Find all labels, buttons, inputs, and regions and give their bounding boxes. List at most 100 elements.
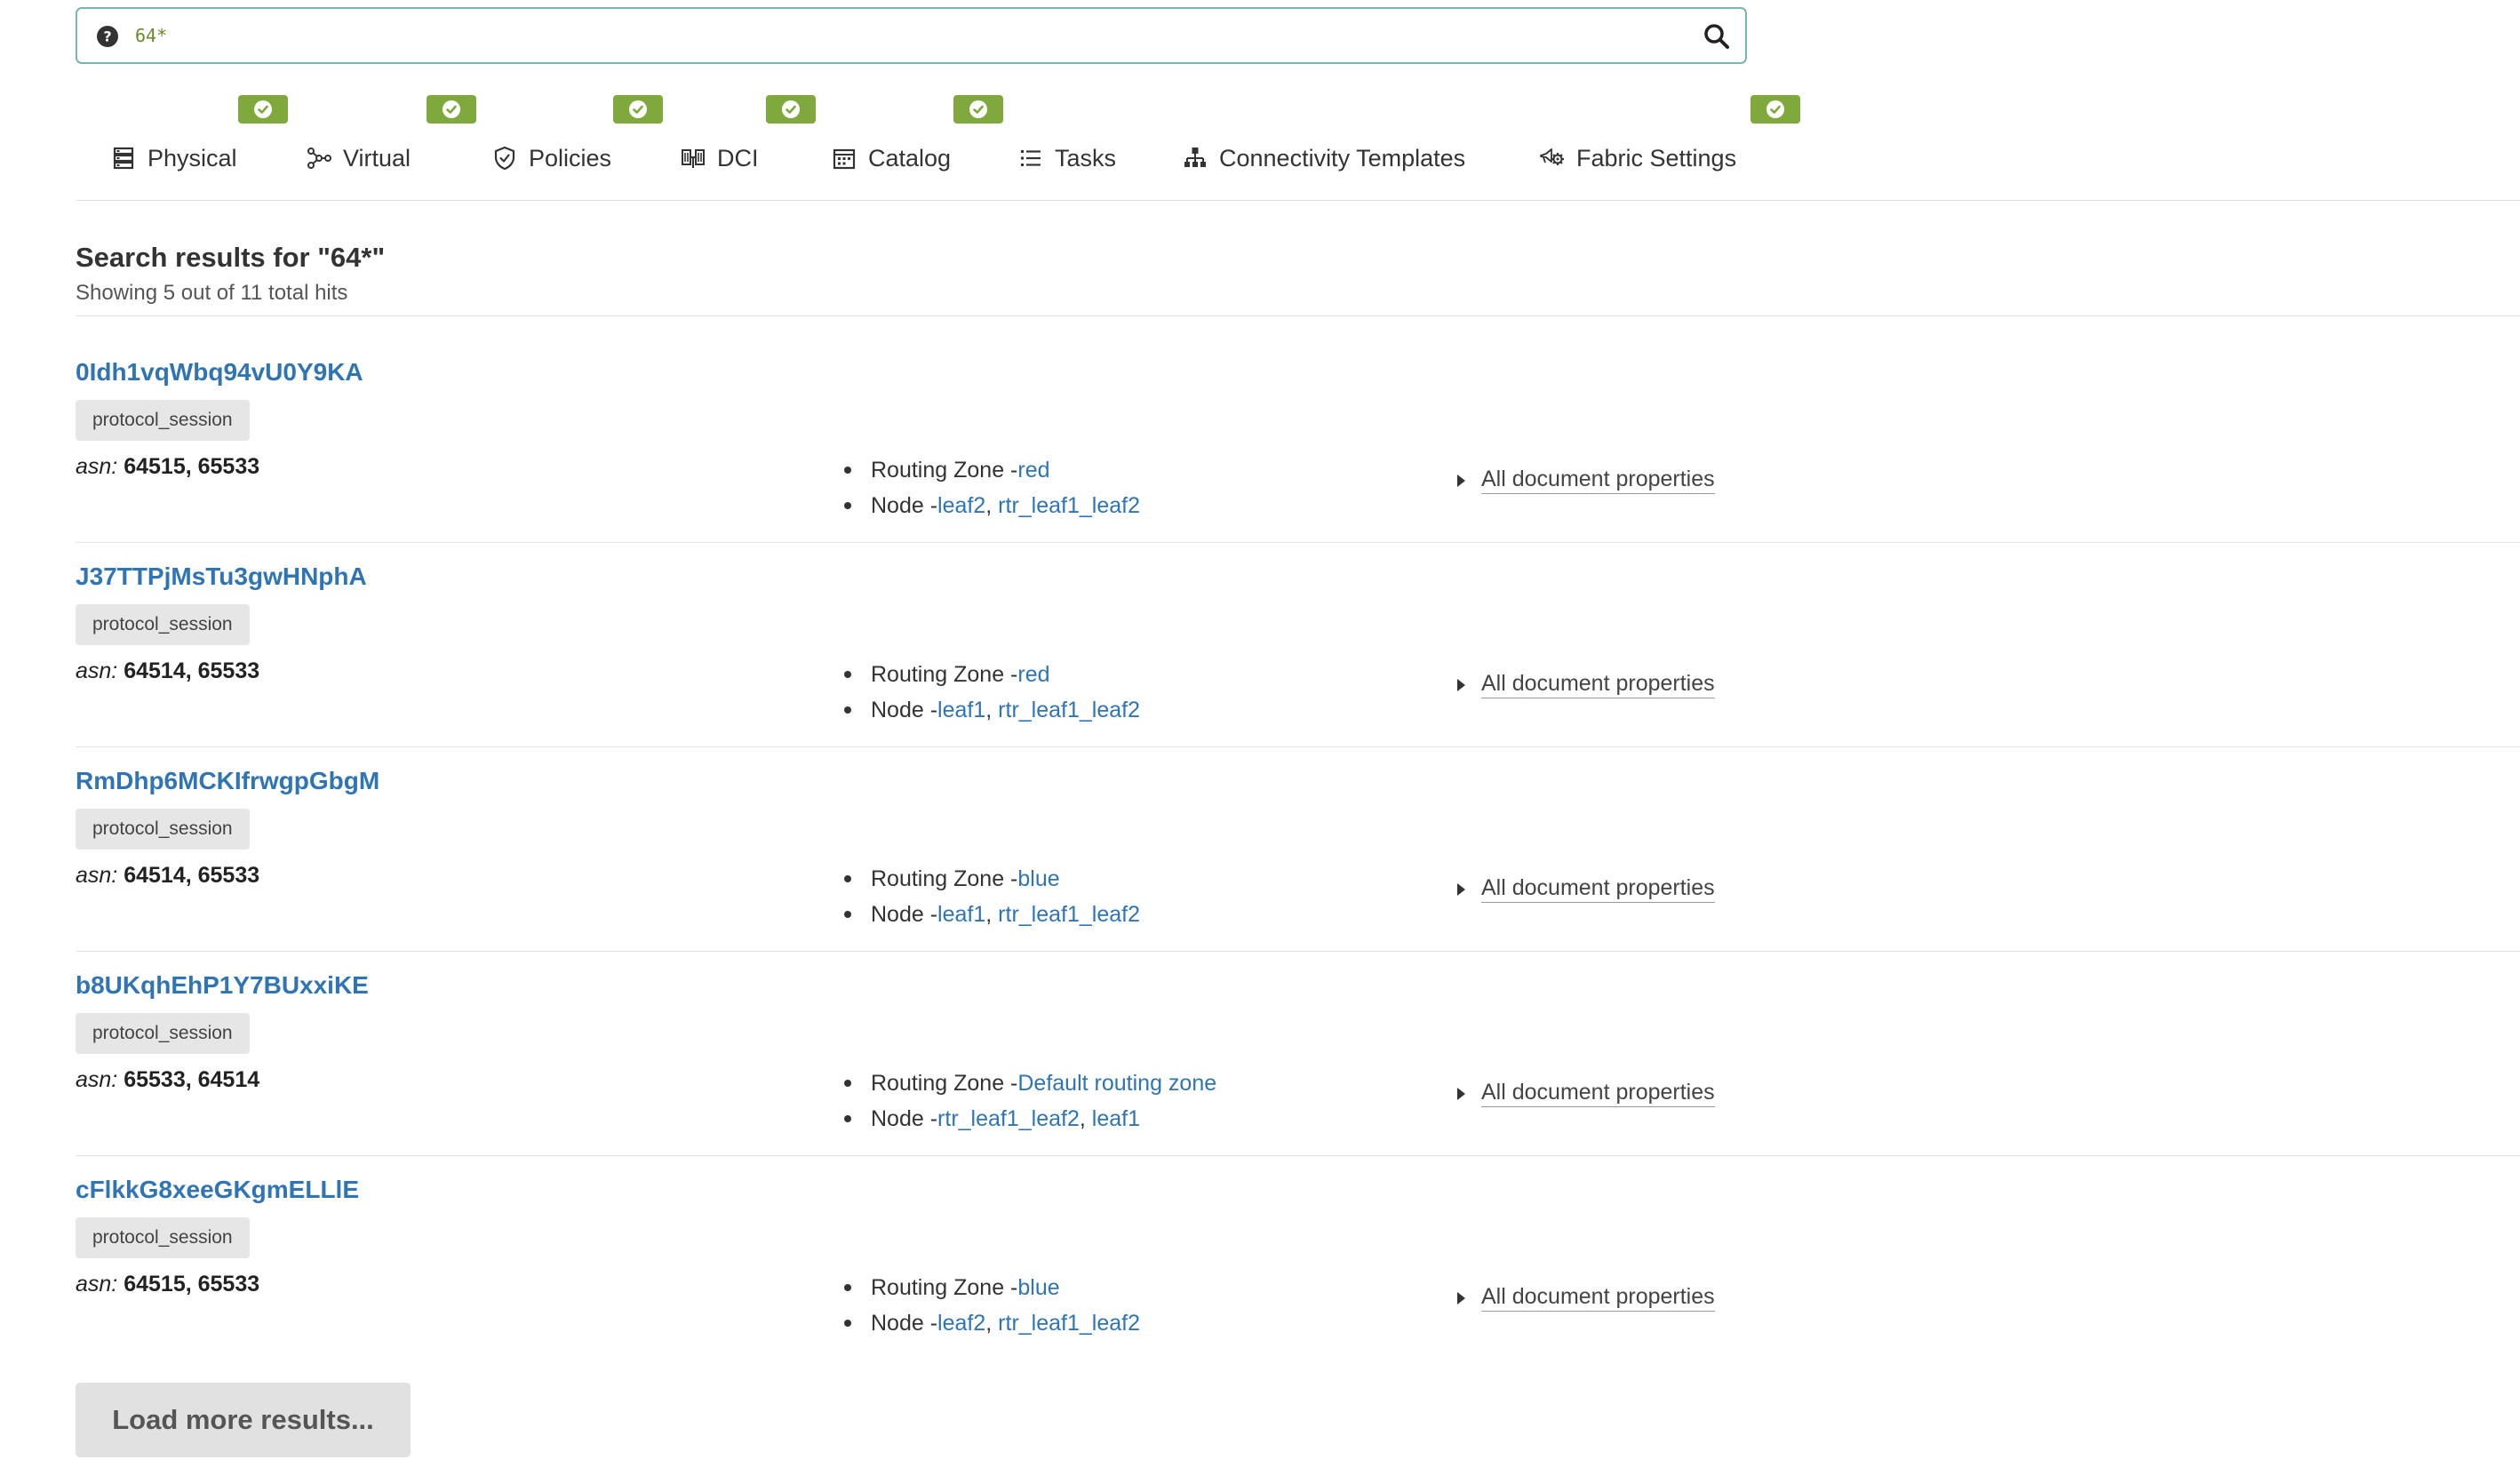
node-link[interactable]: leaf2	[937, 1311, 985, 1336]
result-properties: Routing Zone - Default routing zone Node…	[791, 1065, 1216, 1137]
asn-value: 65533, 64514	[124, 1067, 260, 1092]
asn-key: asn:	[76, 1272, 118, 1296]
node-link[interactable]: rtr_leaf1_leaf2	[998, 1311, 1140, 1336]
tab-dci-status-badge	[766, 95, 816, 124]
tab-virtual[interactable]: Virtual	[306, 140, 411, 176]
bullet	[844, 1080, 851, 1087]
node-link[interactable]: rtr_leaf1_leaf2	[937, 1106, 1080, 1132]
asn-key: asn:	[76, 1067, 118, 1092]
result-id-link[interactable]: RmDhp6MCKIfrwgpGbgM	[76, 767, 379, 795]
tab-dci-label: DCI	[717, 144, 759, 172]
search-icon[interactable]	[1703, 22, 1731, 51]
check-circle-icon	[254, 100, 272, 118]
bullet	[844, 467, 851, 474]
node-line: Node - leaf1, rtr_leaf1_leaf2	[791, 692, 1140, 728]
routing-zone-line: Routing Zone - blue	[791, 1270, 1140, 1305]
asn-value: 64515, 65533	[124, 454, 260, 479]
result-type-badge: protocol_session	[76, 809, 250, 850]
node-label: Node -	[871, 901, 938, 927]
node-link[interactable]: leaf1	[1092, 1106, 1140, 1132]
tab-connectivity-templates[interactable]: Connectivity Templates	[1182, 140, 1465, 176]
routing-zone-link[interactable]: Default routing zone	[1017, 1071, 1216, 1097]
help-circle-icon[interactable]: ?	[95, 24, 120, 49]
tab-connectivity-templates-label: Connectivity Templates	[1219, 144, 1466, 172]
node-link[interactable]: rtr_leaf1_leaf2	[998, 493, 1140, 519]
asn-key: asn:	[76, 658, 118, 683]
result-asn: asn: 64515, 65533	[76, 454, 259, 480]
node-label: Node -	[871, 697, 938, 722]
check-circle-icon	[782, 100, 800, 118]
all-document-properties-label: All document properties	[1481, 671, 1715, 698]
node-label: Node -	[871, 1105, 938, 1131]
result-id-link[interactable]: J37TTPjMsTu3gwHNphA	[76, 562, 367, 591]
load-more-button[interactable]: Load more results...	[76, 1383, 411, 1457]
svg-text:?: ?	[103, 28, 111, 45]
node-separator: ,	[985, 1310, 999, 1336]
bullet	[844, 1284, 851, 1291]
routing-zone-label: Routing Zone -	[871, 866, 1018, 891]
list-icon	[1021, 150, 1041, 166]
tab-tasks-label: Tasks	[1055, 144, 1117, 172]
routing-zone-link[interactable]: blue	[1017, 1275, 1059, 1301]
bullet	[844, 875, 851, 882]
bullet	[844, 502, 851, 509]
all-document-properties-toggle[interactable]: All document properties	[1457, 1284, 1715, 1312]
tab-fabric-settings-label: Fabric Settings	[1576, 144, 1737, 172]
tab-tasks[interactable]: Tasks	[1017, 140, 1116, 176]
tab-dci[interactable]: DCI	[680, 140, 759, 176]
shield-icon	[494, 146, 515, 171]
tab-fabric-settings[interactable]: Fabric Settings	[1539, 140, 1736, 176]
result-id-link[interactable]: cFlkkG8xeeGKgmELLlE	[76, 1176, 359, 1204]
calendar-icon	[833, 148, 856, 170]
result-type-badge: protocol_session	[76, 400, 250, 441]
server-rack-icon	[113, 147, 134, 170]
bullet	[844, 1115, 851, 1122]
node-line: Node - leaf1, rtr_leaf1_leaf2	[791, 897, 1140, 932]
result-item: 0Idh1vqWbq94vU0Y9KA protocol_session asn…	[76, 339, 2520, 543]
routing-zone-line: Routing Zone - red	[791, 452, 1140, 488]
tab-fabric-settings-status-badge	[1750, 95, 1800, 124]
routing-zone-link[interactable]: blue	[1017, 866, 1059, 892]
node-label: Node -	[871, 492, 938, 518]
asn-key: asn:	[76, 454, 118, 479]
node-link[interactable]: leaf2	[937, 493, 985, 519]
asn-value: 64514, 65533	[124, 658, 260, 683]
node-separator: ,	[985, 697, 999, 722]
node-label: Node -	[871, 1310, 938, 1336]
search-input[interactable]	[135, 20, 1646, 52]
result-type-badge: protocol_session	[76, 1217, 250, 1258]
result-id-link[interactable]: 0Idh1vqWbq94vU0Y9KA	[76, 358, 363, 387]
tab-catalog[interactable]: Catalog	[831, 140, 951, 176]
result-properties: Routing Zone - blue Node - leaf1, rtr_le…	[791, 861, 1140, 932]
result-item: RmDhp6MCKIfrwgpGbgM protocol_session asn…	[76, 747, 2520, 952]
result-asn: asn: 64514, 65533	[76, 863, 259, 889]
all-document-properties-label: All document properties	[1481, 467, 1715, 494]
routing-zone-link[interactable]: red	[1017, 458, 1049, 483]
node-link[interactable]: rtr_leaf1_leaf2	[998, 698, 1140, 723]
tab-physical[interactable]: Physical	[110, 140, 237, 176]
node-line: Node - leaf2, rtr_leaf1_leaf2	[791, 1305, 1140, 1341]
result-properties: Routing Zone - red Node - leaf2, rtr_lea…	[791, 452, 1140, 523]
tab-catalog-status-badge	[953, 95, 1003, 124]
result-type-badge: protocol_session	[76, 604, 250, 645]
all-document-properties-toggle[interactable]: All document properties	[1457, 1080, 1715, 1107]
caret-right-icon	[1457, 1291, 1465, 1304]
routing-zone-line: Routing Zone - blue	[791, 861, 1140, 897]
tab-catalog-label: Catalog	[868, 144, 952, 172]
node-link[interactable]: leaf1	[937, 698, 985, 723]
search-bar[interactable]: ?	[76, 7, 1747, 64]
node-line: Node - rtr_leaf1_leaf2, leaf1	[791, 1101, 1216, 1137]
all-document-properties-toggle[interactable]: All document properties	[1457, 671, 1715, 698]
caret-right-icon	[1457, 882, 1465, 896]
tab-policies[interactable]: Policies	[491, 140, 611, 176]
node-link[interactable]: rtr_leaf1_leaf2	[998, 902, 1140, 928]
result-id-link[interactable]: b8UKqhEhP1Y7BUxxiKE	[76, 971, 369, 1000]
result-item: b8UKqhEhP1Y7BUxxiKE protocol_session asn…	[76, 952, 2520, 1156]
all-document-properties-toggle[interactable]: All document properties	[1457, 467, 1715, 494]
all-document-properties-toggle[interactable]: All document properties	[1457, 875, 1715, 903]
caret-right-icon	[1457, 1087, 1465, 1100]
node-link[interactable]: leaf1	[937, 902, 985, 928]
result-item: cFlkkG8xeeGKgmELLlE protocol_session asn…	[76, 1156, 2520, 1360]
routing-zone-label: Routing Zone -	[871, 1274, 1018, 1300]
routing-zone-link[interactable]: red	[1017, 662, 1049, 688]
